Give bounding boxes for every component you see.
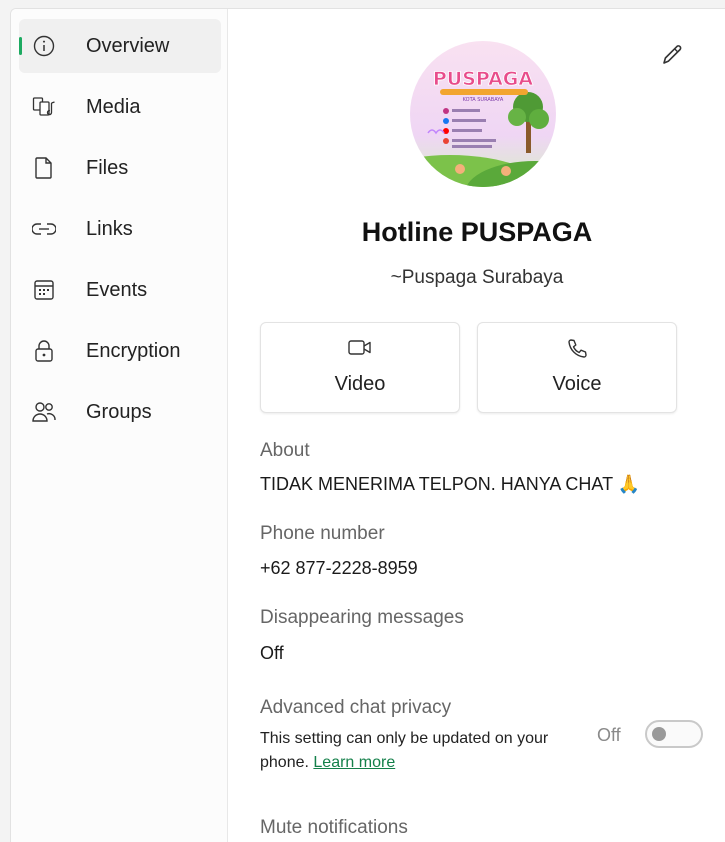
video-call-button[interactable]: Video xyxy=(260,322,460,413)
avatar-tagline: KOTA SURABAYA xyxy=(463,97,504,103)
contact-details-panel: PUSPAGA KOTA SURABAYA Hotline PUSPAGA ~P… xyxy=(228,9,725,842)
privacy-note-text: This setting can only be updated on your… xyxy=(260,730,549,771)
phone-number-label: Phone number xyxy=(260,523,385,544)
sidebar-item-label: Encryption xyxy=(86,339,181,362)
info-icon xyxy=(32,34,56,58)
video-call-label: Video xyxy=(334,373,386,395)
voice-call-button[interactable]: Voice xyxy=(477,322,677,413)
avatar-logo-text: PUSPAGA xyxy=(433,68,534,90)
contact-info-window: Overview Media Files Links Events Encryp… xyxy=(10,8,725,842)
sidebar-item-label: Links xyxy=(86,217,133,240)
sidebar-item-label: Groups xyxy=(86,400,152,423)
disappearing-messages-label: Disappearing messages xyxy=(260,607,464,628)
file-icon xyxy=(32,156,56,180)
about-label: About xyxy=(260,440,310,461)
sidebar-item-label: Events xyxy=(86,278,148,301)
privacy-toggle[interactable] xyxy=(645,720,703,748)
toggle-knob xyxy=(652,727,666,741)
privacy-toggle-label: Off xyxy=(597,725,621,745)
about-value: TIDAK MENERIMA TELPON. HANYA CHAT 🙏 xyxy=(260,474,641,494)
phone-icon xyxy=(565,337,589,361)
sidebar-item-files[interactable]: Files xyxy=(19,141,221,195)
media-icon xyxy=(32,95,56,119)
groups-icon xyxy=(32,400,56,424)
avatar[interactable]: PUSPAGA KOTA SURABAYA xyxy=(410,41,556,187)
active-indicator xyxy=(19,37,22,55)
contact-name: Hotline PUSPAGA xyxy=(361,217,593,247)
link-icon xyxy=(32,217,56,241)
mute-notifications-label[interactable]: Mute notifications xyxy=(260,817,408,839)
sidebar-item-label: Media xyxy=(86,95,141,118)
advanced-chat-privacy-label: Advanced chat privacy xyxy=(260,697,452,718)
sidebar-item-encryption[interactable]: Encryption xyxy=(19,324,221,378)
privacy-note: This setting can only be updated on your… xyxy=(260,727,560,775)
sidebar-item-events[interactable]: Events xyxy=(19,263,221,317)
disappearing-messages-value[interactable]: Off xyxy=(260,643,284,664)
sidebar-item-groups[interactable]: Groups xyxy=(19,385,221,439)
contact-subtitle: ~Puspaga Surabaya xyxy=(390,267,564,288)
sidebar-item-overview[interactable]: Overview xyxy=(19,19,221,73)
sidebar-item-links[interactable]: Links xyxy=(19,202,221,256)
video-camera-icon xyxy=(346,337,374,361)
sidebar-item-label: Overview xyxy=(86,34,170,57)
lock-icon xyxy=(32,339,56,363)
voice-call-label: Voice xyxy=(552,373,602,395)
pencil-icon xyxy=(658,45,686,73)
sidebar: Overview Media Files Links Events Encryp… xyxy=(11,9,228,842)
learn-more-link[interactable]: Learn more xyxy=(313,754,395,771)
phone-number-value[interactable]: +62 877-2228-8959 xyxy=(260,558,418,579)
calendar-icon xyxy=(32,278,56,302)
sidebar-item-media[interactable]: Media xyxy=(19,80,221,134)
edit-button[interactable] xyxy=(658,41,688,71)
sidebar-item-label: Files xyxy=(86,156,129,179)
